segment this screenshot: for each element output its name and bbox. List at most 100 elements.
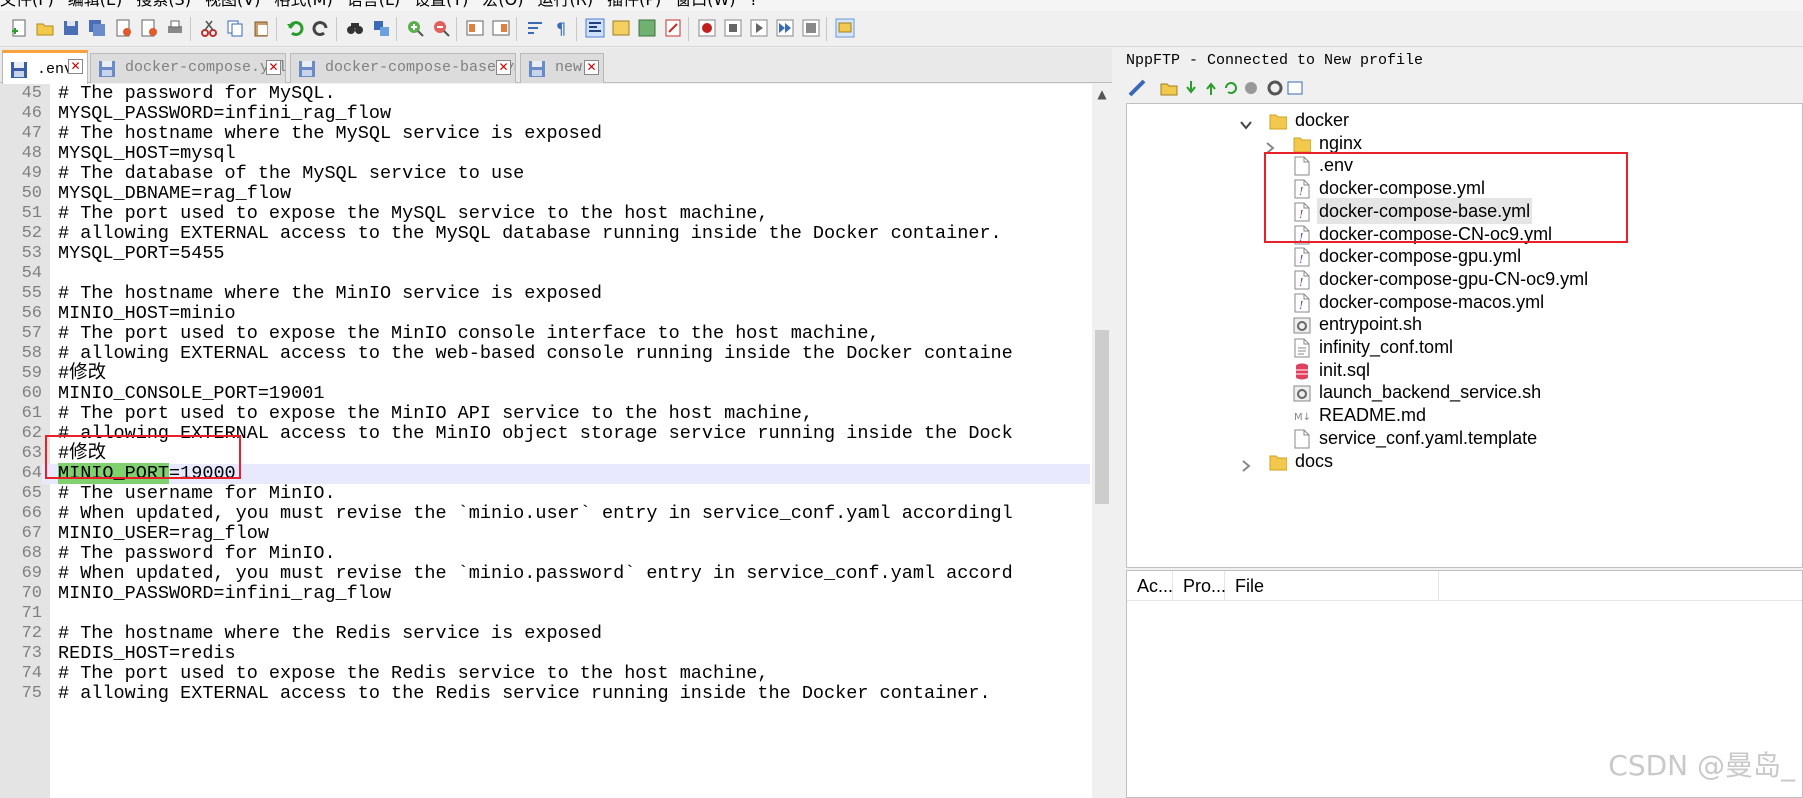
code-line[interactable]: 68 # The password for MinIO.	[0, 544, 1090, 564]
code-line[interactable]: 49 # The database of the MySQL service to…	[0, 164, 1090, 184]
save-icon[interactable]	[60, 17, 82, 39]
menu-item-7[interactable]: 宏(O)	[482, 0, 523, 11]
editor-vertical-scrollbar[interactable]: ▲	[1092, 84, 1112, 798]
menu-item-2[interactable]: 搜索(S)	[136, 0, 191, 11]
chevron-right-icon[interactable]	[1239, 454, 1253, 472]
open-file-icon[interactable]	[34, 17, 56, 39]
menu-item-3[interactable]: 视图(V)	[205, 0, 260, 11]
word-wrap-icon[interactable]	[524, 17, 546, 39]
code-line[interactable]: 66 # When updated, you must revise the `m…	[0, 504, 1090, 524]
cut-icon[interactable]	[198, 17, 220, 39]
code-line[interactable]: 67 MINIO_USER=rag_flow	[0, 524, 1090, 544]
code-line[interactable]: 60 MINIO_CONSOLE_PORT=19001	[0, 384, 1090, 404]
record-macro-icon[interactable]	[696, 17, 718, 39]
code-line[interactable]: 71	[0, 604, 1090, 624]
code-line[interactable]: 54	[0, 264, 1090, 284]
code-line[interactable]: 73 REDIS_HOST=redis	[0, 644, 1090, 664]
queue-column-header[interactable]: File	[1225, 571, 1439, 601]
tab-2[interactable]: docker-compose-base.yml ✕	[290, 53, 516, 83]
code-line[interactable]: 53 MYSQL_PORT=5455	[0, 244, 1090, 264]
code-line[interactable]: 45 # The password for MySQL.	[0, 84, 1090, 104]
menu-item-1[interactable]: 编辑(E)	[68, 0, 123, 11]
code-line[interactable]: 50 MYSQL_DBNAME=rag_flow	[0, 184, 1090, 204]
line-text: # The database of the MySQL service to u…	[58, 164, 524, 184]
code-line[interactable]: 74 # The port used to expose the Redis se…	[0, 664, 1090, 684]
download-icon[interactable]	[1182, 79, 1200, 97]
replace-icon[interactable]	[370, 17, 392, 39]
undo-icon[interactable]	[284, 17, 306, 39]
queue-column-header[interactable]: Ac...	[1127, 571, 1173, 601]
code-line[interactable]: 69 # When updated, you must revise the `m…	[0, 564, 1090, 584]
menu-item-11[interactable]: ?	[750, 0, 759, 11]
tab-close-icon[interactable]: ✕	[496, 60, 511, 75]
tab-close-icon[interactable]: ✕	[68, 59, 83, 74]
code-line[interactable]: 46 MYSQL_PASSWORD=infini_rag_flow	[0, 104, 1090, 124]
tree-item-label: service_conf.yaml.template	[1319, 427, 1538, 448]
function-list-icon[interactable]	[636, 17, 658, 39]
stop-macro-icon[interactable]	[722, 17, 744, 39]
scrollbar-thumb[interactable]	[1095, 330, 1109, 504]
close-all-icon[interactable]	[138, 17, 160, 39]
paste-icon[interactable]	[250, 17, 272, 39]
code-line[interactable]: 58 # allowing EXTERNAL access to the web-…	[0, 344, 1090, 364]
code-line[interactable]: 48 MYSQL_HOST=mysql	[0, 144, 1090, 164]
upload-icon[interactable]	[1202, 79, 1220, 97]
folder-workspace-icon[interactable]	[662, 17, 684, 39]
zoom-in-icon[interactable]	[404, 17, 426, 39]
tab-1[interactable]: docker-compose.yml ✕	[90, 53, 286, 83]
code-line[interactable]: 70 MINIO_PASSWORD=infini_rag_flow	[0, 584, 1090, 604]
tab-close-icon[interactable]: ✕	[266, 60, 281, 75]
code-line[interactable]: 56 MINIO_HOST=minio	[0, 304, 1090, 324]
play-macro-icon[interactable]	[748, 17, 770, 39]
menu-item-6[interactable]: 设置(T)	[414, 0, 468, 11]
code-line[interactable]: 75 # allowing EXTERNAL access to the Redi…	[0, 684, 1090, 704]
zoom-out-icon[interactable]	[430, 17, 452, 39]
menu-item-10[interactable]: 窗口(W)	[675, 0, 735, 11]
settings-icon[interactable]	[1266, 79, 1284, 97]
show-all-chars-icon[interactable]: ¶	[550, 17, 572, 39]
code-line[interactable]: 52 # allowing EXTERNAL access to the MySQ…	[0, 224, 1090, 244]
doc-map-icon[interactable]	[610, 17, 632, 39]
menu-item-5[interactable]: 语言(L)	[347, 0, 400, 11]
message-window-icon[interactable]	[1286, 79, 1304, 97]
abort-icon[interactable]	[1242, 79, 1260, 97]
close-file-icon[interactable]	[112, 17, 134, 39]
tab-3[interactable]: new 1 ✕	[520, 53, 604, 83]
code-line[interactable]: 72 # The hostname where the Redis service…	[0, 624, 1090, 644]
tab-close-icon[interactable]: ✕	[584, 60, 599, 75]
sync-vertical-icon[interactable]	[464, 17, 486, 39]
sync-horizontal-icon[interactable]	[490, 17, 512, 39]
find-icon[interactable]	[344, 17, 366, 39]
chevron-right-icon[interactable]	[1263, 136, 1277, 154]
save-macro-icon[interactable]	[800, 17, 822, 39]
indent-guide-icon[interactable]	[584, 17, 606, 39]
open-folder-icon[interactable]	[1160, 79, 1178, 97]
queue-column-header[interactable]: Pro...	[1173, 571, 1226, 601]
code-line[interactable]: 65 # The username for MinIO.	[0, 484, 1090, 504]
menu-item-0[interactable]: 文件(F)	[0, 0, 54, 11]
nppftp-show-icon[interactable]	[834, 17, 856, 39]
code-line[interactable]: 47 # The hostname where the MySQL service…	[0, 124, 1090, 144]
chevron-down-icon[interactable]	[1239, 113, 1253, 130]
code-line[interactable]: 51 # The port used to expose the MySQL se…	[0, 204, 1090, 224]
run-macro-multiple-icon[interactable]	[774, 17, 796, 39]
refresh-icon[interactable]	[1222, 79, 1240, 97]
code-line[interactable]: 61 # The port used to expose the MinIO AP…	[0, 404, 1090, 424]
save-all-icon[interactable]	[86, 17, 108, 39]
redo-icon[interactable]	[310, 17, 332, 39]
connect-icon[interactable]	[1128, 79, 1146, 97]
new-file-icon[interactable]	[8, 17, 30, 39]
menu-item-4[interactable]: 格式(M)	[274, 0, 332, 11]
panel-splitter[interactable]	[1112, 48, 1124, 798]
line-content: # The password for MySQL.	[58, 84, 336, 104]
scroll-up-arrow-icon[interactable]: ▲	[1092, 84, 1112, 104]
print-icon[interactable]	[164, 17, 186, 39]
sh-file-icon	[1293, 315, 1311, 335]
menu-item-9[interactable]: 插件(P)	[607, 0, 661, 11]
tab-0[interactable]: .env ✕	[2, 50, 88, 84]
code-line[interactable]: 57 # The port used to expose the MinIO co…	[0, 324, 1090, 344]
menu-item-8[interactable]: 运行(R)	[537, 0, 593, 11]
copy-icon[interactable]	[224, 17, 246, 39]
code-line[interactable]: 59 #修改	[0, 364, 1090, 384]
code-line[interactable]: 55 # The hostname where the MinIO service…	[0, 284, 1090, 304]
